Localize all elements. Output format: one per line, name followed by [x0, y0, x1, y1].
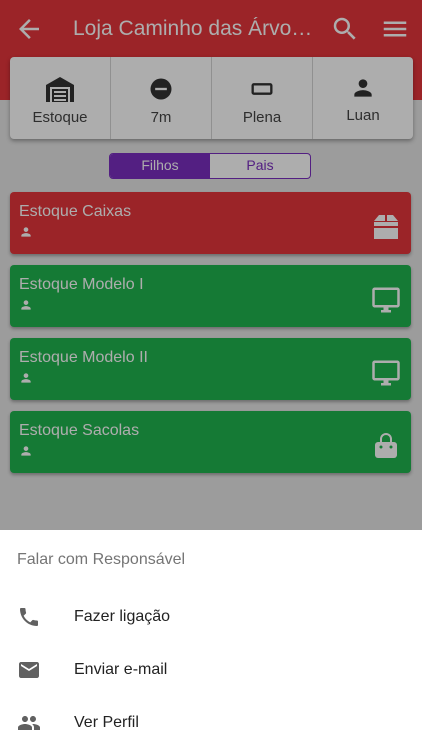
- email-icon: [19, 662, 39, 678]
- people-icon: [18, 716, 40, 730]
- profile-action[interactable]: Ver Perfil: [0, 699, 422, 747]
- profile-action-label: Ver Perfil: [74, 714, 139, 731]
- bottom-sheet: Falar com Responsável Fazer ligação Envi…: [0, 530, 422, 750]
- modal-scrim[interactable]: [0, 0, 422, 530]
- call-action-label: Fazer ligação: [74, 608, 171, 625]
- email-action-label: Enviar e-mail: [74, 661, 168, 678]
- call-action[interactable]: Fazer ligação: [0, 593, 422, 641]
- email-action[interactable]: Enviar e-mail: [0, 646, 422, 694]
- phone-icon: [20, 608, 38, 626]
- bottom-sheet-title: Falar com Responsável: [17, 551, 186, 568]
